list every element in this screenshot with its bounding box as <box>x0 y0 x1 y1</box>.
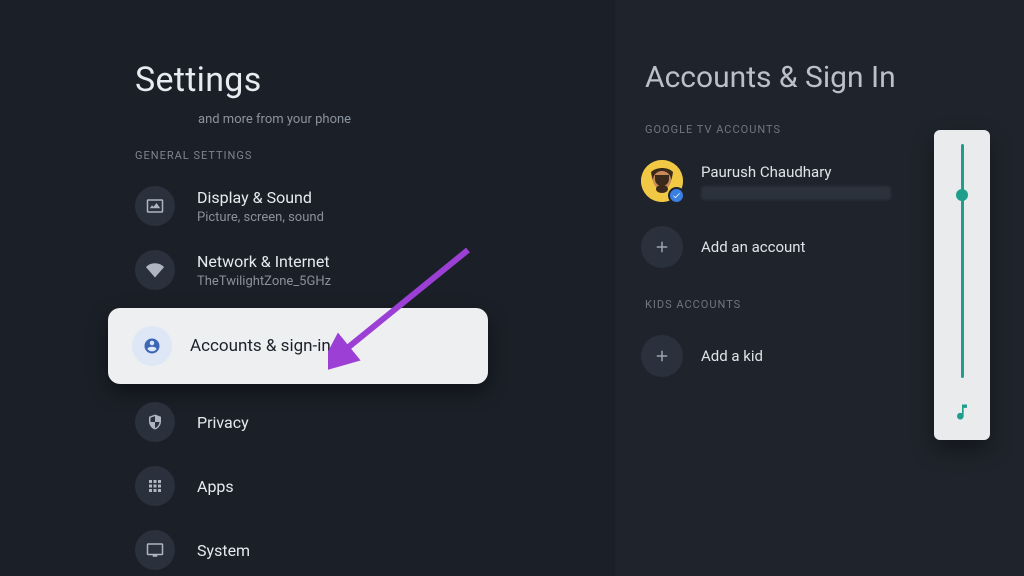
plus-icon <box>641 226 683 268</box>
account-name: Paurush Chaudhary <box>701 163 891 181</box>
music-note-icon <box>952 402 972 426</box>
volume-track[interactable] <box>961 144 964 378</box>
settings-item-network[interactable]: Network & Internet TheTwilightZone_5GHz <box>135 240 615 304</box>
avatar <box>641 160 683 202</box>
item-label: Accounts & sign-in <box>190 336 331 356</box>
account-circle-icon <box>132 326 172 366</box>
add-kid-label: Add a kid <box>701 347 763 365</box>
settings-item-display-sound[interactable]: Display & Sound Picture, screen, sound <box>135 176 615 240</box>
wifi-icon <box>135 250 175 290</box>
general-settings-label: GENERAL SETTINGS <box>135 149 615 162</box>
account-email-redacted <box>701 186 891 200</box>
image-icon <box>135 186 175 226</box>
item-label: Apps <box>197 477 234 496</box>
settings-panel: Settings and more from your phone GENERA… <box>0 0 615 576</box>
settings-item-privacy[interactable]: Privacy <box>135 392 615 456</box>
item-label: Network & Internet <box>197 252 331 271</box>
item-label: Display & Sound <box>197 188 324 207</box>
page-title: Settings <box>135 60 615 100</box>
plus-icon <box>641 335 683 377</box>
item-sublabel: Picture, screen, sound <box>197 210 324 225</box>
item-label: Privacy <box>197 413 249 432</box>
accounts-title: Accounts & Sign In <box>645 60 1024 95</box>
tv-icon <box>135 530 175 570</box>
settings-item-system[interactable]: System <box>135 520 615 576</box>
add-account-label: Add an account <box>701 238 805 256</box>
settings-subtext: and more from your phone <box>198 112 615 127</box>
apps-grid-icon <box>135 466 175 506</box>
shield-icon <box>135 402 175 442</box>
volume-slider[interactable] <box>934 130 990 440</box>
verified-check-icon <box>668 187 685 204</box>
item-sublabel: TheTwilightZone_5GHz <box>197 274 331 289</box>
settings-item-apps[interactable]: Apps <box>135 456 615 520</box>
volume-thumb[interactable] <box>956 189 968 201</box>
settings-item-accounts[interactable]: Accounts & sign-in <box>108 308 488 384</box>
item-label: System <box>197 541 250 560</box>
